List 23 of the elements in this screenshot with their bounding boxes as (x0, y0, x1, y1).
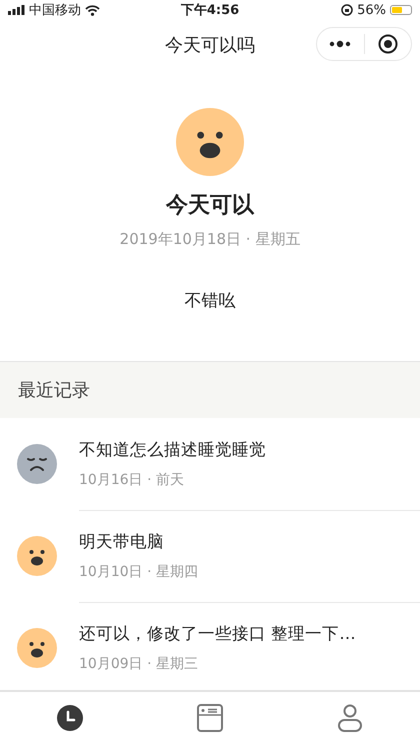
record-date: 10月09日 · 星期三 (79, 655, 199, 673)
battery-percent: 56% (357, 2, 386, 18)
record-text[interactable]: 还可以，修改了一些接口 整理一下… (79, 623, 420, 645)
record-text[interactable]: 明天带电脑 (79, 530, 420, 552)
record-text[interactable]: 不知道怎么描述睡觉睡觉 (79, 438, 420, 460)
signal-icon (8, 5, 25, 15)
record-date: 10月16日 · 前天 (79, 470, 185, 488)
calendar-icon (197, 704, 223, 732)
page-title: 今天可以吗 (165, 34, 255, 57)
wifi-icon (85, 4, 100, 16)
entry-date: 2019年10月18日 · 星期五 (120, 230, 300, 249)
more-icon (329, 40, 352, 48)
entry-note: 不错吆 (184, 290, 236, 312)
section-header: 最近记录 (0, 362, 420, 418)
person-icon (338, 704, 362, 732)
record-date: 10月10日 · 星期四 (79, 562, 199, 580)
rotation-lock-icon (341, 4, 354, 16)
target-icon (378, 34, 398, 54)
carrier-name: 中国移动 (29, 2, 81, 19)
clock-time: 下午4:56 (180, 2, 240, 19)
clock-icon (57, 705, 83, 731)
mood-headline: 今天可以 (166, 192, 254, 220)
battery-icon (390, 5, 412, 15)
